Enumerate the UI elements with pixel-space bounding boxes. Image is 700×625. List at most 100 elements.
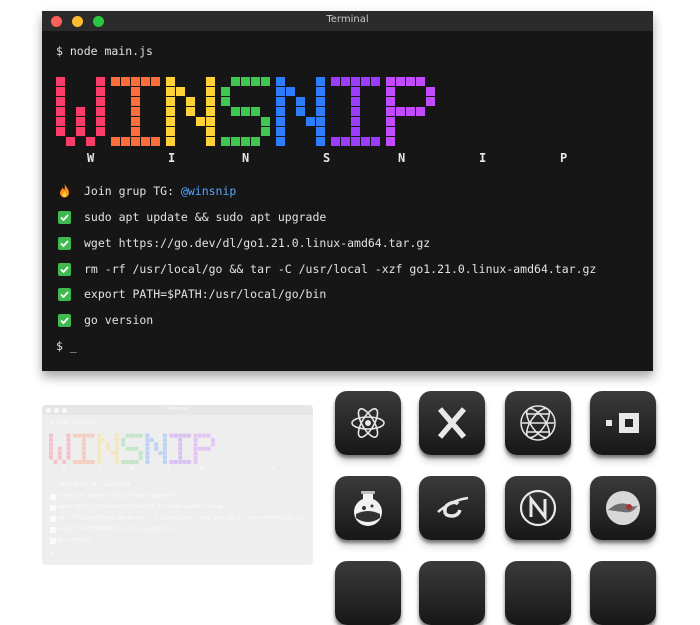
logo-pixel bbox=[49, 451, 53, 456]
logo-pixel bbox=[169, 459, 174, 464]
logo-pixel bbox=[166, 107, 175, 116]
thumbnail-step: export PATH=$PATH:/usr/local/go/bin bbox=[58, 526, 174, 532]
logo-pixel bbox=[276, 127, 285, 136]
thumbnail-letter: S bbox=[167, 467, 171, 473]
logo-pixel bbox=[331, 137, 340, 146]
logo-pixel bbox=[286, 87, 295, 96]
join-label: Join grup TG: bbox=[84, 184, 181, 198]
telegram-handle-link[interactable]: @winsnip bbox=[181, 184, 236, 198]
logo-pixel bbox=[130, 446, 134, 451]
logo-pixel bbox=[169, 433, 174, 438]
logo-pixel bbox=[261, 117, 270, 126]
atom-app-tile[interactable] bbox=[335, 391, 401, 455]
title-bar: Terminal bbox=[42, 11, 653, 31]
logo-pixel bbox=[86, 459, 91, 464]
logo-pixel bbox=[231, 77, 240, 86]
logo-pixel bbox=[426, 87, 435, 96]
shell-prompt[interactable]: $ _ bbox=[56, 339, 77, 353]
logo-pixel bbox=[66, 433, 71, 438]
logo-pixel bbox=[197, 433, 202, 438]
square-dot-icon bbox=[606, 413, 639, 433]
thumbnail-letter: W bbox=[62, 467, 66, 473]
logo-pixel bbox=[361, 77, 370, 86]
logo-pixel bbox=[316, 107, 325, 116]
logo-pixel bbox=[81, 459, 86, 464]
logo-pixel bbox=[96, 97, 105, 106]
logo-pixel bbox=[178, 451, 183, 456]
terminal-thumbnail[interactable]: Terminal $ node main.js W I N S N I P Jo… bbox=[42, 405, 313, 565]
logo-pixel bbox=[386, 87, 395, 96]
nebula-app-tile[interactable] bbox=[590, 476, 656, 540]
logo-pixel bbox=[162, 446, 167, 451]
logo-pixel bbox=[182, 459, 187, 464]
logo-pixel bbox=[276, 77, 285, 86]
logo-pixel bbox=[141, 77, 150, 86]
logo-pixel bbox=[145, 438, 150, 442]
logo-pixel bbox=[105, 446, 110, 451]
logo-pixel bbox=[211, 442, 216, 447]
check-icon bbox=[58, 288, 71, 301]
n-circle-app-tile[interactable] bbox=[505, 476, 571, 540]
logo-pixel bbox=[296, 97, 305, 106]
logo-pixel bbox=[371, 77, 380, 86]
logo-pixel bbox=[406, 107, 415, 116]
flask-app-tile[interactable] bbox=[335, 476, 401, 540]
logo-pixel bbox=[206, 433, 211, 438]
logo-pixel bbox=[206, 117, 215, 126]
logo-pixel bbox=[276, 117, 285, 126]
globe-app-tile[interactable] bbox=[505, 391, 571, 455]
logo-pixel bbox=[316, 77, 325, 86]
logo-pixel bbox=[166, 127, 175, 136]
thumbnail-check bbox=[50, 505, 56, 511]
logo-pixel bbox=[221, 97, 230, 106]
logo-pixel bbox=[81, 438, 86, 442]
thumbnail-prompt: $ _ bbox=[50, 551, 60, 557]
logo-pixel bbox=[121, 442, 126, 447]
check-icon bbox=[58, 314, 71, 327]
logo-pixel bbox=[114, 433, 119, 438]
logo-pixel bbox=[361, 137, 370, 146]
logo-pixel bbox=[206, 446, 211, 451]
x-app-tile[interactable] bbox=[419, 391, 485, 455]
logo-pixel bbox=[426, 97, 435, 106]
globe-icon bbox=[520, 405, 556, 441]
logo-pixel bbox=[86, 433, 91, 438]
planet-app-tile[interactable] bbox=[419, 476, 485, 540]
logo-letter: N bbox=[398, 151, 406, 165]
logo-pixel bbox=[110, 451, 115, 456]
logo-pixel bbox=[66, 451, 71, 456]
app-tile[interactable] bbox=[335, 561, 401, 625]
logo-pixel bbox=[351, 77, 360, 86]
logo-pixel bbox=[158, 451, 163, 456]
logo-pixel bbox=[241, 137, 250, 146]
logo-pixel bbox=[176, 87, 185, 96]
square-dot-app-tile[interactable] bbox=[590, 391, 656, 455]
logo-pixel bbox=[97, 446, 102, 451]
logo-pixel bbox=[221, 87, 230, 96]
step-text: export PATH=$PATH:/usr/local/go/bin bbox=[84, 287, 327, 301]
logo-pixel bbox=[187, 459, 191, 464]
logo-pixel bbox=[162, 459, 167, 464]
app-tile[interactable] bbox=[505, 561, 571, 625]
logo-pixel bbox=[125, 459, 130, 464]
logo-pixel bbox=[96, 127, 105, 136]
logo-pixel bbox=[386, 137, 395, 146]
thumbnail-step: go version bbox=[58, 537, 92, 543]
thumbnail-check bbox=[50, 516, 56, 522]
logo-pixel bbox=[125, 446, 130, 451]
logo-pixel bbox=[131, 97, 140, 106]
app-tile[interactable] bbox=[419, 561, 485, 625]
thumbnail-logo bbox=[49, 433, 216, 464]
logo-pixel bbox=[351, 87, 360, 96]
logo-pixel bbox=[178, 438, 183, 442]
logo-pixel bbox=[162, 455, 167, 460]
logo-pixel bbox=[261, 77, 270, 86]
thumbnail-title: Terminal bbox=[166, 406, 189, 412]
logo-pixel bbox=[134, 459, 139, 464]
logo-pixel bbox=[316, 117, 325, 126]
logo-pixel bbox=[57, 451, 62, 456]
logo-pixel bbox=[121, 438, 126, 442]
logo-pixel bbox=[406, 77, 415, 86]
app-tile[interactable] bbox=[590, 561, 656, 625]
logo-pixel bbox=[193, 459, 198, 464]
